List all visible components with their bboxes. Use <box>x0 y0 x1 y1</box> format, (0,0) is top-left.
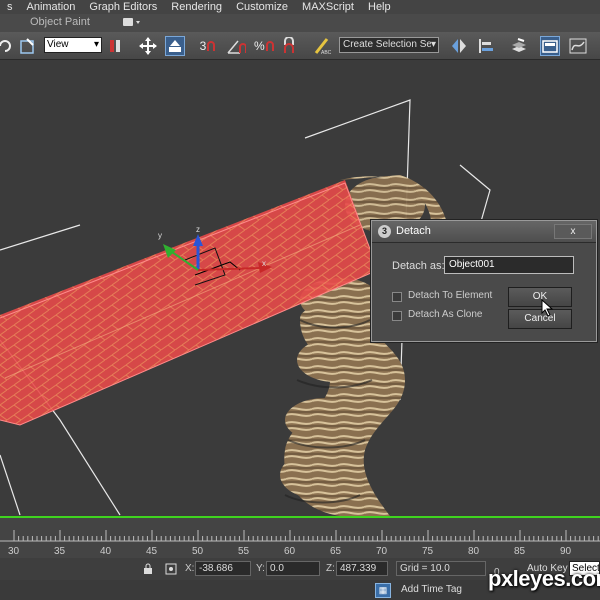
add-time-tag-icon[interactable]: ▦ <box>375 583 391 598</box>
dialog-titlebar[interactable]: 3 Detach x <box>372 221 596 243</box>
move-icon[interactable] <box>138 36 158 56</box>
y-coord-label: Y: <box>256 563 265 574</box>
tick-label: 70 <box>376 546 388 557</box>
tick-label: 85 <box>514 546 526 557</box>
lock-selection-icon[interactable] <box>143 563 153 578</box>
add-time-tag-button[interactable]: Add Time Tag <box>401 584 462 595</box>
layer-manager-icon[interactable] <box>509 36 529 56</box>
snap-toggle-icon[interactable]: 3 <box>198 36 218 56</box>
svg-text:z: z <box>196 225 200 234</box>
select-and-place-icon[interactable] <box>165 36 185 56</box>
tick-label: 55 <box>238 546 250 557</box>
tick-label: 45 <box>146 546 158 557</box>
close-button[interactable]: x <box>554 224 592 239</box>
close-icon: x <box>570 226 576 237</box>
max-logo-icon: 3 <box>378 225 391 238</box>
menu-item-animation[interactable]: Animation <box>20 1 83 13</box>
z-coord-field[interactable]: 487.339 <box>336 561 388 576</box>
select-region-icon[interactable] <box>18 36 38 56</box>
menu-bar: s Animation Graph Editors Rendering Cust… <box>0 0 600 14</box>
tick-label: 65 <box>330 546 342 557</box>
detach-as-clone-checkbox[interactable]: Detach As Clone <box>392 309 512 323</box>
ribbon-toggle-toolbar-icon[interactable] <box>540 36 560 56</box>
detach-as-label: Detach as: <box>392 260 445 272</box>
checkbox-box[interactable] <box>392 311 402 321</box>
timeline-ruler[interactable]: 30 35 40 45 50 55 60 65 70 75 80 85 90 <box>0 518 600 558</box>
tick-label: 60 <box>284 546 296 557</box>
align-icon[interactable] <box>476 36 496 56</box>
dialog-title: Detach <box>396 225 431 237</box>
snap-label: 3 <box>199 39 207 53</box>
tick-label: 50 <box>192 546 204 557</box>
ribbon-tab-object-paint[interactable]: Object Paint <box>30 16 90 28</box>
tick-label: 80 <box>468 546 480 557</box>
spinner-snap-icon[interactable] <box>281 36 301 56</box>
curve-editor-icon[interactable] <box>568 36 588 56</box>
named-selection-set-dropdown[interactable]: Create Selection Se <box>339 37 439 53</box>
main-toolbar: View 3 % ABC Create Selection Se <box>0 32 600 60</box>
svg-text:y: y <box>158 231 162 240</box>
ribbon-toggle-icon[interactable] <box>122 17 144 28</box>
pivot-center-icon[interactable] <box>106 36 126 56</box>
menu-item-customize[interactable]: Customize <box>229 1 295 13</box>
svg-text:ABC: ABC <box>321 50 332 55</box>
menu-item-prev[interactable]: s <box>0 1 20 13</box>
checkbox-box[interactable] <box>392 292 402 302</box>
detach-dialog: 3 Detach x Detach as: Object001 Detach T… <box>371 220 597 342</box>
menu-item-help[interactable]: Help <box>361 1 398 13</box>
detach-as-input[interactable]: Object001 <box>444 256 574 274</box>
mirror-icon[interactable] <box>449 36 469 56</box>
tick-label: 30 <box>8 546 20 557</box>
x-coord-field[interactable]: -38.686 <box>195 561 251 576</box>
svg-text:x: x <box>262 259 266 268</box>
z-coord-label: Z: <box>326 563 335 574</box>
y-coord-field[interactable]: 0.0 <box>266 561 320 576</box>
tick-label: 35 <box>54 546 66 557</box>
menu-item-graph-editors[interactable]: Graph Editors <box>82 1 164 13</box>
redo-icon[interactable] <box>0 36 14 56</box>
ok-button[interactable]: OK <box>508 287 572 307</box>
percent-snap-icon[interactable]: % <box>254 36 274 56</box>
watermark-logo: pxleyes.com <box>488 566 600 591</box>
ruler-ticks <box>0 530 600 542</box>
mouse-cursor-icon <box>541 299 554 317</box>
detach-as-clone-label: Detach As Clone <box>408 309 483 320</box>
tick-label: 75 <box>422 546 434 557</box>
ribbon-bar: Object Paint <box>0 14 600 32</box>
detach-to-element-label: Detach To Element <box>408 290 493 301</box>
grid-size-readout: Grid = 10.0 <box>396 561 486 576</box>
detach-to-element-checkbox[interactable]: Detach To Element <box>392 290 512 304</box>
menu-item-maxscript[interactable]: MAXScript <box>295 1 361 13</box>
angle-snap-icon[interactable] <box>226 36 246 56</box>
menu-item-rendering[interactable]: Rendering <box>164 1 229 13</box>
percent-label: % <box>254 39 265 53</box>
reference-coordinate-select[interactable]: View <box>44 37 102 53</box>
tick-label: 40 <box>100 546 112 557</box>
x-coord-label: X: <box>185 563 195 574</box>
cancel-button[interactable]: Cancel <box>508 309 572 329</box>
absolute-mode-icon[interactable] <box>165 563 177 578</box>
edit-named-selection-icon[interactable]: ABC <box>313 36 333 56</box>
tick-label: 90 <box>560 546 572 557</box>
